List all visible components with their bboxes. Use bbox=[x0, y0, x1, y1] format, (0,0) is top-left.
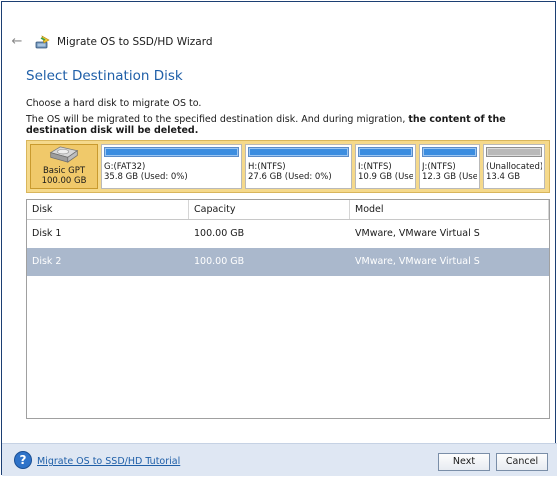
partition-info: 12.3 GB (Used bbox=[422, 172, 477, 182]
disk-size-label: 100.00 GB bbox=[41, 176, 87, 186]
cancel-button[interactable]: Cancel bbox=[496, 453, 548, 471]
warning-prefix: The OS will be migrated to the specified… bbox=[26, 114, 409, 125]
cell-disk: Disk 1 bbox=[32, 228, 62, 239]
column-header-model[interactable]: Model bbox=[350, 200, 549, 219]
wizard-window: ← Migrate OS to SSD/HD Wizard Select Des… bbox=[1, 1, 557, 476]
partition-name: I:(NTFS) bbox=[358, 162, 392, 172]
column-header-capacity[interactable]: Capacity bbox=[189, 200, 350, 219]
partition-name: (Unallocated) bbox=[486, 162, 542, 172]
table-row-selected[interactable]: Disk 2 100.00 GB VMware, VMware Virtual … bbox=[27, 248, 549, 276]
instruction-text: Choose a hard disk to migrate OS to. bbox=[26, 98, 202, 109]
cell-model: VMware, VMware Virtual S bbox=[355, 256, 480, 267]
partition-h[interactable]: H:(NTFS) 27.6 GB (Used: 0%) bbox=[245, 144, 352, 189]
partition-bar bbox=[486, 147, 542, 157]
warning-suffix: . bbox=[194, 125, 199, 136]
cell-model: VMware, VMware Virtual S bbox=[355, 228, 480, 239]
disk-table: Disk Capacity Model Disk 1 100.00 GB VMw… bbox=[26, 199, 550, 419]
partition-info: 13.4 GB bbox=[486, 172, 521, 182]
back-arrow-icon[interactable]: ← bbox=[10, 35, 24, 49]
warning-text: The OS will be migrated to the specified… bbox=[26, 114, 534, 136]
title-bar: ← Migrate OS to SSD/HD Wizard bbox=[10, 33, 213, 51]
table-header: Disk Capacity Model bbox=[27, 200, 549, 220]
partition-bar bbox=[358, 147, 413, 157]
partition-g[interactable]: G:(FAT32) 35.8 GB (Used: 0%) bbox=[101, 144, 242, 189]
partition-bar bbox=[248, 147, 349, 157]
cell-disk: Disk 2 bbox=[32, 256, 62, 267]
partition-info: 10.9 GB (Used bbox=[358, 172, 413, 182]
cell-capacity: 100.00 GB bbox=[194, 256, 245, 267]
tutorial-link[interactable]: Migrate OS to SSD/HD Tutorial bbox=[37, 456, 180, 467]
partition-bar bbox=[422, 147, 477, 157]
hard-disk-icon bbox=[49, 146, 79, 163]
next-button[interactable]: Next bbox=[438, 453, 490, 471]
partition-bar bbox=[104, 147, 239, 157]
column-header-disk[interactable]: Disk bbox=[27, 200, 189, 219]
table-row[interactable]: Disk 1 100.00 GB VMware, VMware Virtual … bbox=[27, 220, 549, 248]
window-title: Migrate OS to SSD/HD Wizard bbox=[57, 36, 213, 48]
page-title: Select Destination Disk bbox=[26, 68, 183, 84]
partition-name: H:(NTFS) bbox=[248, 162, 286, 172]
disk-head[interactable]: Basic GPT 100.00 GB bbox=[30, 144, 98, 189]
disk-map[interactable]: Basic GPT 100.00 GB G:(FAT32) 35.8 GB (U… bbox=[26, 140, 550, 193]
footer-bar: ? Migrate OS to SSD/HD Tutorial Next Can… bbox=[2, 443, 557, 476]
disk-type-label: Basic GPT bbox=[42, 166, 86, 176]
help-icon[interactable]: ? bbox=[14, 451, 32, 469]
partition-info: 35.8 GB (Used: 0%) bbox=[104, 172, 188, 182]
partition-info: 27.6 GB (Used: 0%) bbox=[248, 172, 332, 182]
partition-i[interactable]: I:(NTFS) 10.9 GB (Used bbox=[355, 144, 416, 189]
partition-name: J:(NTFS) bbox=[422, 162, 456, 172]
migrate-wizard-icon bbox=[35, 34, 51, 50]
partition-name: G:(FAT32) bbox=[104, 162, 146, 172]
cell-capacity: 100.00 GB bbox=[194, 228, 245, 239]
partition-j[interactable]: J:(NTFS) 12.3 GB (Used bbox=[419, 144, 480, 189]
partition-unallocated[interactable]: (Unallocated) 13.4 GB bbox=[483, 144, 545, 189]
